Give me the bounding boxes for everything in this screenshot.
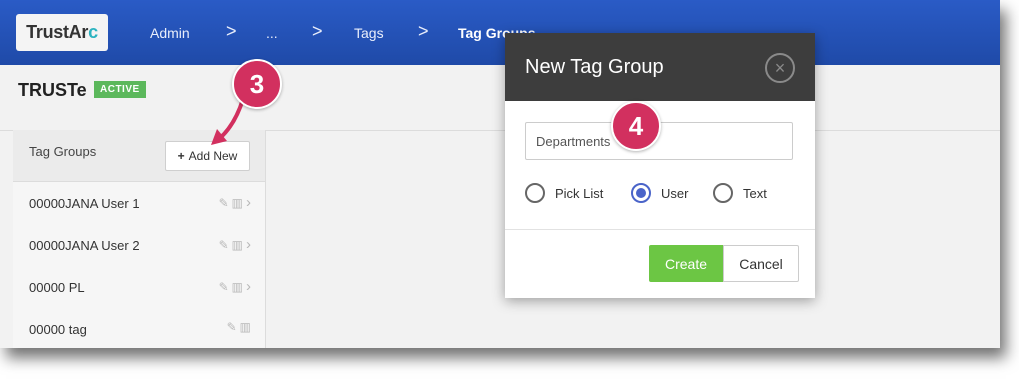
trash-icon[interactable]: ▥ [232, 238, 243, 252]
pencil-icon[interactable]: ✎ [227, 320, 237, 334]
pencil-icon[interactable]: ✎ [219, 238, 229, 252]
list-item-label: 00000 PL [29, 280, 85, 295]
radio-label: Pick List [555, 185, 604, 201]
chevron-right-icon: > [312, 21, 323, 41]
organization-name: TRUSTe [18, 80, 87, 100]
list-item-label: 00000JANA User 1 [29, 196, 140, 211]
cancel-button[interactable]: Cancel [723, 245, 799, 282]
app-window: TrustAr c Admin > ... > Tags > Tag Groups… [0, 0, 1000, 348]
chevron-right-icon: > [226, 21, 237, 41]
close-icon[interactable]: × [765, 53, 795, 83]
radio-text[interactable]: Text [713, 183, 767, 203]
annotation-step-4: 4 [611, 101, 661, 151]
chevron-right-icon: > [418, 21, 429, 41]
create-button[interactable]: Create [649, 245, 723, 282]
radio-label: Text [743, 185, 767, 201]
add-new-label: Add New [188, 149, 238, 163]
trash-icon[interactable]: ▥ [232, 196, 243, 210]
new-tag-group-modal: New Tag Group × Departments Pick List Us… [505, 33, 815, 298]
list-item[interactable]: 00000JANA User 1 ✎ ▥ › [13, 182, 265, 225]
radio-label: User [661, 185, 689, 201]
radio-button-selected-icon [631, 183, 651, 203]
logo-text: TrustAr [26, 22, 89, 42]
pencil-icon[interactable]: ✎ [219, 280, 229, 294]
radio-user[interactable]: User [631, 183, 688, 203]
list-item-label: 00000JANA User 2 [29, 238, 140, 253]
modal-footer-divider [505, 229, 815, 230]
tag-groups-panel: Tag Groups + Add New 00000JANA User 1 ✎ ▥… [13, 130, 266, 348]
logo-accent-text: c [88, 22, 98, 42]
breadcrumb-admin[interactable]: Admin [150, 25, 190, 41]
modal-title: New Tag Group [525, 56, 664, 78]
plus-icon: + [177, 149, 185, 163]
panel-title: Tag Groups [29, 144, 97, 159]
modal-header: New Tag Group × [505, 33, 815, 101]
chevron-right-icon[interactable]: › [246, 236, 251, 253]
radio-button-icon [525, 183, 545, 203]
list-item-label: 00000 tag [29, 322, 87, 337]
trustarc-logo[interactable]: TrustAr c [16, 14, 108, 51]
list-item[interactable]: 00000 PL ✎ ▥ › [13, 266, 265, 309]
breadcrumb-ellipsis[interactable]: ... [266, 25, 278, 41]
breadcrumb-tags[interactable]: Tags [354, 25, 384, 41]
radio-button-icon [713, 183, 733, 203]
trash-icon[interactable]: ▥ [240, 320, 251, 334]
chevron-right-icon[interactable]: › [246, 278, 251, 295]
list-item[interactable]: 00000 tag ✎ ▥ [13, 308, 265, 348]
top-navigation-bar: TrustAr c Admin > ... > Tags > Tag Groups [0, 0, 1000, 65]
trash-icon[interactable]: ▥ [232, 280, 243, 294]
annotation-step-3: 3 [232, 59, 282, 109]
status-badge: ACTIVE [94, 81, 146, 98]
radio-pick-list[interactable]: Pick List [525, 183, 603, 203]
pencil-icon[interactable]: ✎ [219, 196, 229, 210]
chevron-right-icon[interactable]: › [246, 194, 251, 211]
list-item[interactable]: 00000JANA User 2 ✎ ▥ › [13, 224, 265, 267]
